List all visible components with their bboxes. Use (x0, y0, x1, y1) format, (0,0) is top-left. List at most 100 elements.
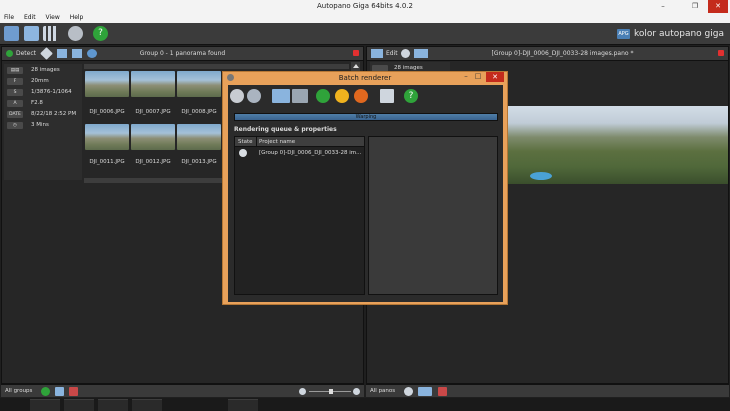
info-value: 1/3876-1/1064 (31, 89, 72, 95)
panoramas-panel-title: [Group 0]-DJI_0006_DJI_0033-28 images.pa… (491, 50, 634, 57)
properties-panel (368, 136, 498, 295)
table-row[interactable]: [Group 0]-DJI_0006_DJI_0033-28 im... (235, 148, 364, 158)
focal-icon: F (7, 78, 23, 85)
panos-bottom-bar: All panos (366, 384, 729, 397)
scroll-up-icon[interactable] (353, 64, 359, 68)
all-panos-label: All panos (370, 388, 396, 394)
thumbnail-image[interactable] (177, 71, 221, 97)
settings-gear-icon[interactable] (404, 387, 413, 396)
grid-view-icon[interactable] (43, 26, 58, 41)
info-date: DATE 8/22/18 2:52 PM (7, 111, 82, 119)
batch-renderer-dialog: Batch renderer – □ ✕ ? Warping Rendering… (222, 71, 508, 305)
info-value: 3 Mins (31, 122, 49, 128)
column-separator (256, 137, 257, 147)
groups-bottom-bar: All groups (1, 384, 364, 397)
zoom-in-icon[interactable] (353, 388, 360, 395)
settings-gear-icon[interactable] (230, 89, 244, 103)
pause-icon[interactable] (335, 89, 349, 103)
date-icon: DATE (7, 111, 23, 118)
dialog-body: ? Warping Rendering queue & properties S… (228, 85, 503, 302)
thumbnail-label: DJI_0012.JPG (135, 159, 171, 165)
zoom-out-icon[interactable] (299, 388, 306, 395)
shutter-icon: S (7, 89, 23, 96)
progress-text: Warping (355, 114, 377, 120)
panoramas-panel-header: Edit [Group 0]-DJI_0006_DJI_0033-28 imag… (367, 47, 728, 61)
dialog-maximize-button[interactable]: □ (473, 72, 483, 82)
add-group-icon[interactable] (55, 387, 64, 396)
group-info-box: ▤▤ 28 images F 20mm S 1/3876-1/1064 A F2… (4, 64, 82, 180)
thumbnail-label: DJI_0007.JPG (135, 109, 171, 115)
remove-group-icon[interactable] (69, 387, 78, 396)
edit-button[interactable]: Edit (386, 50, 398, 57)
brand-text: kolor autopano giga (634, 29, 724, 39)
taskbar-item[interactable] (30, 399, 60, 411)
thumbnail-image[interactable] (85, 124, 129, 150)
help-icon[interactable]: ? (404, 89, 418, 103)
add-to-queue-icon[interactable] (272, 89, 290, 103)
import-images-icon[interactable] (24, 26, 39, 41)
taskbar-item[interactable] (132, 399, 162, 411)
dialog-minimize-button[interactable]: – (461, 72, 471, 82)
project-name-cell: [Group 0]-DJI_0006_DJI_0033-28 im... (259, 150, 362, 156)
advanced-settings-icon[interactable] (247, 89, 261, 103)
info-value: 28 images (31, 67, 60, 73)
groups-panel-header: Detect Group 0 - 1 panorama found (2, 47, 363, 61)
state-gear-icon (239, 149, 247, 157)
play-icon[interactable] (41, 387, 50, 396)
close-button[interactable]: ✕ (708, 0, 728, 13)
play-icon[interactable] (316, 89, 330, 103)
window-title: Autopano Giga 64bits 4.0.2 (317, 2, 413, 10)
main-toolbar: ? APG kolor autopano giga (0, 23, 730, 45)
aperture-icon: A (7, 100, 23, 107)
close-group-icon[interactable] (353, 50, 359, 56)
panorama-pond-detail (530, 172, 552, 180)
column-project-name[interactable]: Project name (259, 139, 295, 145)
close-pano-icon[interactable] (718, 50, 724, 56)
thumbnail-image[interactable] (131, 71, 175, 97)
remove-pano-icon[interactable] (438, 387, 447, 396)
maximize-button[interactable]: ❐ (686, 0, 704, 13)
render-queue-table: State Project name [Group 0]-DJI_0006_DJ… (234, 136, 365, 295)
info-value: 20mm (31, 78, 49, 84)
dialog-close-button[interactable]: ✕ (486, 72, 504, 82)
menu-bar: File Edit View Help (0, 13, 730, 23)
all-groups-label: All groups (5, 388, 33, 394)
taskbar-item[interactable] (228, 399, 258, 411)
info-value: F2.8 (31, 100, 43, 106)
menu-edit[interactable]: Edit (24, 13, 36, 23)
thumbnail-separator (84, 64, 349, 69)
minimize-button[interactable]: – (654, 0, 672, 13)
clock-icon: ◷ (7, 122, 23, 129)
taskbar-item[interactable] (98, 399, 128, 411)
new-project-icon[interactable] (4, 26, 19, 41)
stop-icon[interactable] (354, 89, 368, 103)
column-state[interactable]: State (238, 139, 253, 145)
output-folder-icon[interactable] (380, 89, 394, 103)
thumbnail-image[interactable] (131, 124, 175, 150)
info-duration: ◷ 3 Mins (7, 122, 82, 130)
menu-help[interactable]: Help (70, 13, 84, 23)
help-icon[interactable]: ? (93, 26, 108, 41)
brand-logo: APG kolor autopano giga (617, 28, 724, 40)
thumbnail-label: DJI_0013.JPG (181, 159, 217, 165)
images-icon: ▤▤ (7, 67, 23, 74)
info-aperture: A F2.8 (7, 100, 82, 108)
remove-from-queue-icon[interactable] (292, 89, 308, 103)
zoom-slider-handle[interactable] (329, 389, 333, 394)
render-icon[interactable] (418, 387, 432, 396)
thumbnail-image[interactable] (177, 124, 221, 150)
info-images: ▤▤ 28 images (7, 67, 82, 75)
menu-file[interactable]: File (4, 13, 14, 23)
os-taskbar (0, 398, 730, 411)
thumbnail-label: DJI_0011.JPG (89, 159, 125, 165)
info-shutter: S 1/3876-1/1064 (7, 89, 82, 97)
taskbar-item[interactable] (64, 399, 94, 411)
edit-pano-icon[interactable] (371, 49, 383, 58)
thumbnail-label: DJI_0008.JPG (181, 109, 217, 115)
thumbnail-image[interactable] (85, 71, 129, 97)
settings-gear-icon[interactable] (68, 26, 83, 41)
render-progress-bar: Warping (234, 113, 498, 121)
info-focal: F 20mm (7, 78, 82, 86)
menu-view[interactable]: View (46, 13, 60, 23)
section-label: Rendering queue & properties (234, 126, 337, 133)
